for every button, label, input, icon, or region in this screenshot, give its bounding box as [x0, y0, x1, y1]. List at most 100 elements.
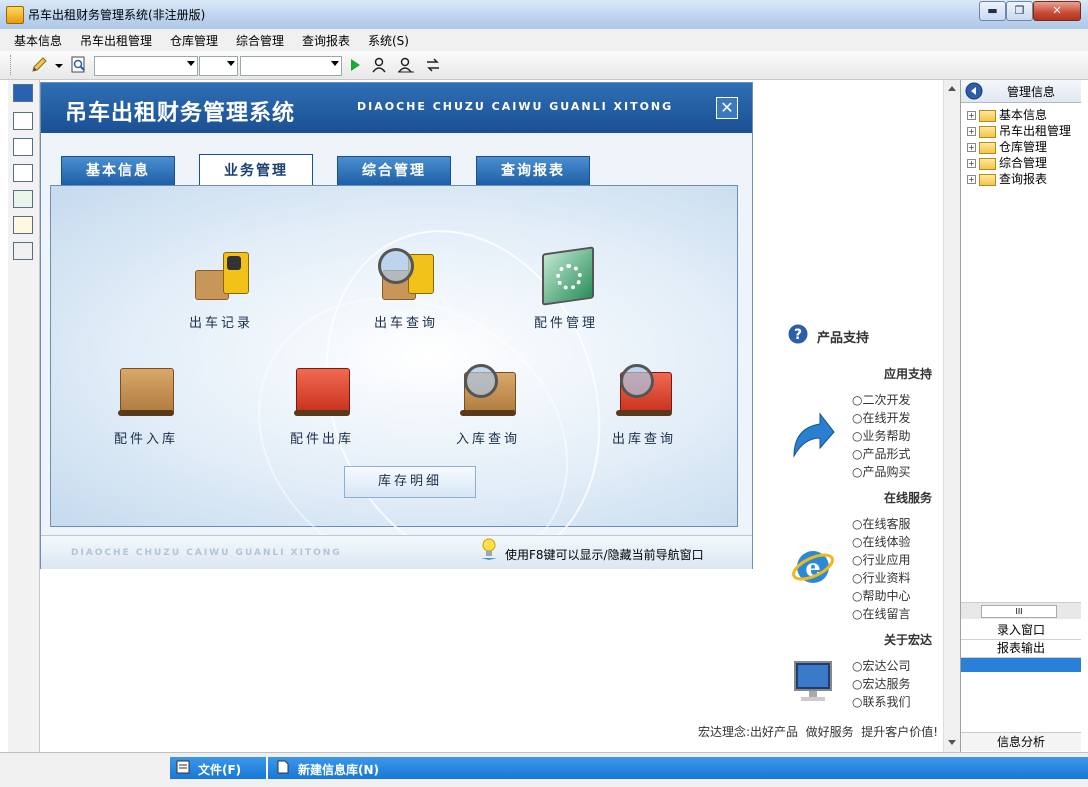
folder-icon [979, 157, 996, 170]
collapse-icon[interactable] [965, 82, 983, 100]
toolbar-combo-3[interactable] [240, 56, 342, 76]
user-filter-icon[interactable] [397, 56, 415, 74]
scroll-up-icon[interactable] [948, 86, 956, 91]
pencil-icon[interactable] [30, 56, 48, 74]
pencil-dropdown-icon[interactable] [55, 64, 63, 68]
support-link[interactable]: ○联系我们 [852, 693, 911, 710]
minimize-button[interactable]: ▬ [979, 1, 1006, 21]
selected-tab-highlight [961, 658, 1081, 672]
main-scrollbar[interactable] [943, 80, 960, 752]
window-icon[interactable] [13, 84, 33, 102]
file-icon [176, 760, 190, 774]
item-outbound-query[interactable]: 出库查询 [589, 364, 699, 447]
forklift-search-icon [378, 248, 434, 304]
folder-icon [979, 141, 996, 154]
support-heading-online: 在线服务 [884, 491, 933, 505]
toolbar [0, 51, 1088, 80]
toolbar-combo-2[interactable] [199, 56, 238, 76]
user-search-icon[interactable] [371, 56, 389, 74]
item-dispatch-query[interactable]: 出车查询 [351, 248, 461, 331]
tab-reports[interactable]: 查询报表 [476, 156, 590, 185]
boxes-search-icon [460, 364, 516, 420]
support-link[interactable]: ○行业应用 [852, 551, 911, 568]
window-title: 吊车出租财务管理系统(非注册版) [28, 8, 206, 22]
menu-system[interactable]: 系统(S) [368, 32, 409, 49]
document-icon[interactable] [13, 164, 33, 182]
new-document-icon [277, 760, 289, 774]
preview-icon[interactable] [70, 56, 88, 74]
title-bar: 吊车出租财务管理系统(非注册版) ▬ ❐ ✕ [0, 0, 1088, 30]
item-parts-management[interactable]: 配件管理 [511, 246, 621, 331]
menu-basic-info[interactable]: 基本信息 [14, 32, 62, 49]
support-link[interactable]: ○业务帮助 [852, 427, 911, 444]
management-panel-scrollbar[interactable]: III [961, 602, 1081, 619]
stock-detail-button[interactable]: 库存明细 [344, 466, 476, 498]
toolbar-combo-1[interactable] [94, 56, 198, 76]
support-link[interactable]: ○在线体验 [852, 533, 911, 550]
expand-icon[interactable]: + [967, 143, 976, 152]
status-file[interactable]: 文件(F) [198, 761, 241, 778]
footer-hint: 使用F8键可以显示/隐藏当前导航窗口 [505, 548, 704, 562]
tab-report-output[interactable]: 报表输出 [961, 640, 1081, 658]
status-divider [266, 757, 268, 779]
expand-icon[interactable]: + [967, 111, 976, 120]
close-button[interactable]: ✕ [1033, 1, 1081, 21]
maximize-button[interactable]: ❐ [1006, 1, 1033, 21]
tree-item-warehouse[interactable]: + 仓库管理 [967, 138, 1047, 154]
item-parts-outbound[interactable]: 配件出库 [267, 364, 377, 447]
support-link[interactable]: ○产品形式 [852, 445, 911, 462]
tools-icon[interactable] [13, 216, 33, 234]
item-label: 配件入库 [113, 432, 178, 447]
refresh-icon[interactable] [424, 56, 442, 74]
tree-item-reports[interactable]: + 查询报表 [967, 170, 1047, 186]
support-link[interactable]: ○在线留言 [852, 605, 911, 622]
support-link[interactable]: ○宏达服务 [852, 675, 911, 692]
navigation-subtitle: DIAOCHE CHUZU CAIWU GUANLI XITONG [357, 100, 674, 113]
item-parts-inbound[interactable]: 配件入库 [91, 364, 201, 447]
tab-entry-window[interactable]: 录入窗口 [961, 622, 1081, 640]
item-inbound-query[interactable]: 入库查询 [433, 364, 543, 447]
navigation-footer: DIAOCHE CHUZU CAIWU GUANLI XITONG 使用F8键可… [41, 535, 752, 569]
support-link[interactable]: ○在线客服 [852, 515, 911, 532]
settings-screen-icon [538, 246, 594, 306]
expand-icon[interactable]: + [967, 127, 976, 136]
network-icon[interactable] [13, 112, 33, 130]
expand-icon[interactable]: + [967, 159, 976, 168]
notes-icon[interactable] [13, 242, 33, 260]
left-toolbar [8, 80, 40, 752]
support-link[interactable]: ○二次开发 [852, 391, 911, 408]
tab-business[interactable]: 业务管理 [199, 154, 313, 187]
status-new-database[interactable]: 新建信息库(N) [298, 761, 379, 778]
tree-item-crane-rental[interactable]: + 吊车出租管理 [967, 122, 1081, 138]
management-panel-tabs: 录入窗口 报表输出 [961, 622, 1081, 672]
expand-icon[interactable]: + [967, 175, 976, 184]
footer-subtitle: DIAOCHE CHUZU CAIWU GUANLI XITONG [71, 548, 342, 558]
scroll-thumb[interactable]: III [981, 605, 1057, 618]
support-link[interactable]: ○行业资料 [852, 569, 911, 586]
tree-item-basic-info[interactable]: + 基本信息 [967, 106, 1047, 122]
tree-item-general[interactable]: + 综合管理 [967, 154, 1047, 170]
menu-general[interactable]: 综合管理 [236, 32, 284, 49]
menu-warehouse[interactable]: 仓库管理 [170, 32, 218, 49]
tab-general[interactable]: 综合管理 [337, 156, 451, 185]
item-dispatch-record[interactable]: 出车记录 [166, 248, 276, 331]
support-link[interactable]: ○产品购买 [852, 463, 911, 480]
support-link[interactable]: ○在线开发 [852, 409, 911, 426]
folder-icon [979, 173, 996, 186]
play-icon[interactable] [346, 56, 364, 74]
status-strip: 文件(F) 新建信息库(N) [170, 757, 1088, 779]
navigation-close-button[interactable]: ✕ [716, 97, 738, 119]
tab-basic-info[interactable]: 基本信息 [61, 156, 175, 185]
support-link[interactable]: ○帮助中心 [852, 587, 911, 604]
support-link[interactable]: ○宏达公司 [852, 657, 911, 674]
chart-icon[interactable] [13, 190, 33, 208]
menu-crane-rental[interactable]: 吊车出租管理 [80, 32, 152, 49]
lightbulb-icon [481, 538, 497, 560]
support-title: 产品支持 [817, 331, 870, 346]
scroll-down-icon[interactable] [948, 740, 956, 745]
tab-info-analysis[interactable]: 信息分析 [961, 732, 1081, 751]
monitor-icon [794, 661, 832, 701]
menu-reports[interactable]: 查询报表 [302, 32, 350, 49]
table-icon[interactable] [13, 138, 33, 156]
item-label: 出车查询 [373, 316, 438, 331]
